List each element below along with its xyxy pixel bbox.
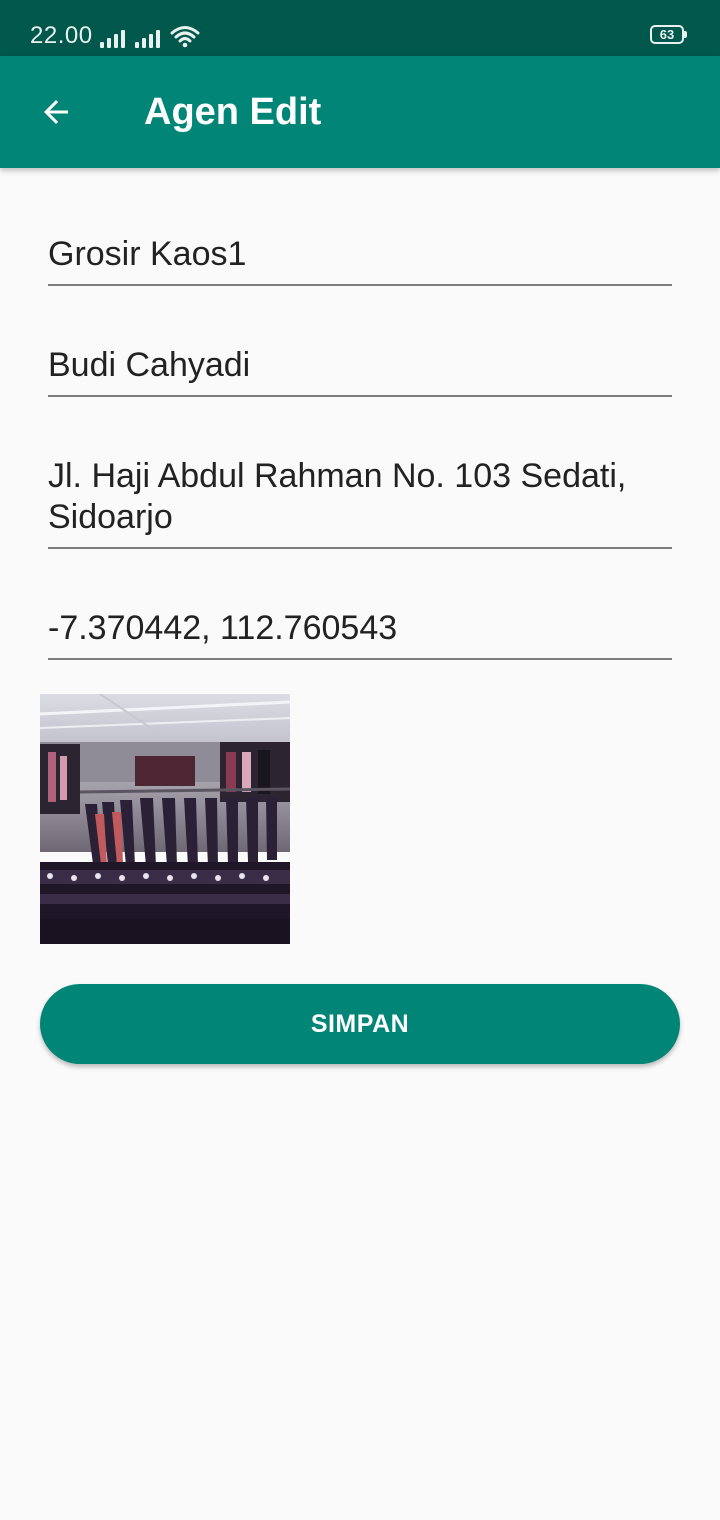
back-button[interactable] [22,78,90,146]
battery-icon: 63 [650,25,687,44]
address-field[interactable]: Jl. Haji Abdul Rahman No. 103 Sedati, Si… [48,456,672,549]
owner-name-field[interactable]: Budi Cahyadi [48,345,672,397]
agent-name-field[interactable]: Grosir Kaos1 [48,234,672,286]
store-photo-image [40,694,290,944]
wifi-icon [170,26,200,48]
status-bar: 22.00 63 [0,0,720,56]
agent-photo[interactable] [40,694,290,944]
page-title: Agen Edit [144,91,322,133]
signal-icon [135,30,160,48]
status-icons [100,22,200,48]
app-bar: Agen Edit [0,56,720,168]
coordinates-field[interactable]: -7.370442, 112.760543 [48,608,672,660]
arrow-back-icon [44,100,68,124]
status-time: 22.00 [30,22,93,49]
signal-icon [100,30,125,48]
save-button[interactable]: SIMPAN [40,984,680,1064]
